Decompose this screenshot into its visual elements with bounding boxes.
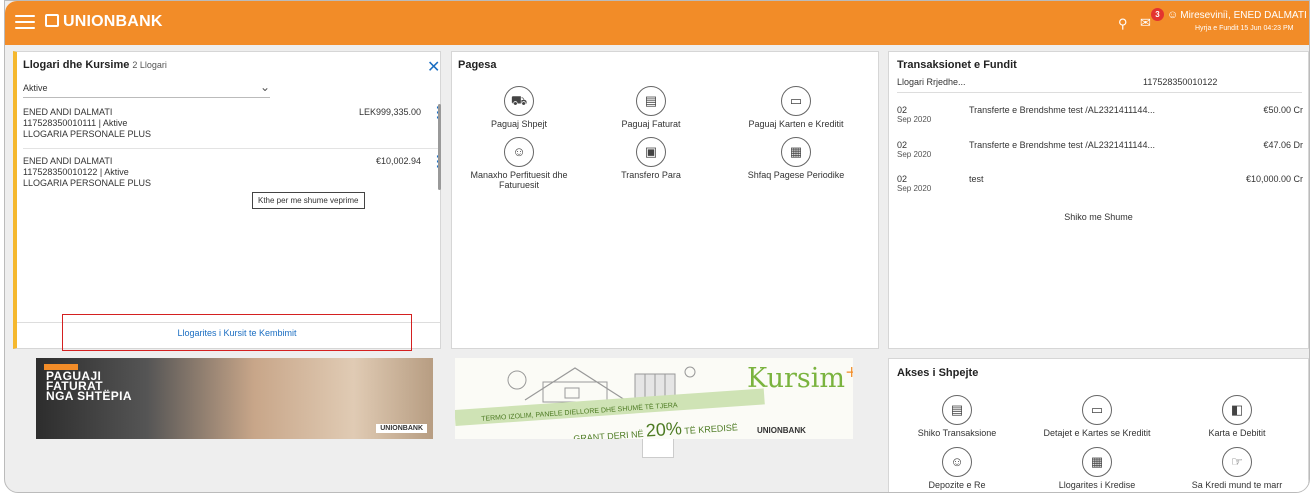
banner-grant: GRANT DERI NË 20% TË KREDISË — [573, 418, 739, 439]
pay-credit-card-button[interactable]: ▭ Paguaj Karten e Kreditit — [726, 86, 866, 129]
last-login: Hyrja e Fundit 15 Jun 04:23 PM — [1195, 25, 1294, 32]
calendar-icon: ▦ — [781, 137, 811, 167]
debit-card-label: Karta e Debitit — [1208, 428, 1266, 438]
transactions-title: Transaksionet e Fundit — [897, 59, 1017, 71]
banner-logo: UNIONBANK — [376, 424, 427, 433]
transaction-amount: €47.06 Dr — [1263, 140, 1303, 150]
scrollbar[interactable] — [438, 104, 441, 190]
bill-icon: ▤ — [636, 86, 666, 116]
notification-badge: 3 — [1151, 8, 1164, 21]
view-transactions-button[interactable]: ▤ Shiko Transaksione — [892, 395, 1022, 438]
account-balance: LEK999,335.00 — [358, 107, 421, 117]
account-selector[interactable]: Llogari Rrjedhe... — [897, 77, 966, 87]
new-deposit-button[interactable]: ☺ Depozite e Re — [892, 447, 1022, 490]
accounts-title: Llogari dhe Kursime 2 Llogari — [23, 59, 167, 71]
loan-calculator-button[interactable]: ▦ Llogarites i Kredise — [1022, 447, 1172, 490]
accounts-count: 2 Llogari — [132, 60, 167, 70]
debit-card-icon: ◧ — [1222, 395, 1252, 425]
user-icon: ☺ — [1167, 9, 1179, 21]
divider — [23, 148, 439, 149]
transfer-money-button[interactable]: ▣ Transfero Para — [586, 137, 716, 180]
mail-icon[interactable]: ✉ — [1140, 15, 1151, 31]
payments-panel: Pagesa ⛟ Paguaj Shpejt ▤ Paguaj Faturat ▭ P… — [451, 51, 879, 349]
transaction-amount: €50.00 Cr — [1263, 105, 1303, 115]
transaction-row[interactable]: 02 Sep 2020 Transferte e Brendshme test … — [897, 105, 1303, 125]
chevron-down-icon: ⌄ — [259, 80, 270, 94]
top-bar: UNIONBANK ⚲ ✉ 3 ☺ Mireseviniì, ENED DALMA… — [5, 1, 1309, 45]
payments-title: Pagesa — [458, 59, 497, 71]
transaction-month: Sep 2020 — [897, 115, 932, 124]
accounts-panel: Llogari dhe Kursime 2 Llogari ✕ Aktive ⌄ E… — [13, 51, 441, 351]
card-details-icon: ▭ — [1082, 395, 1112, 425]
banner-headline: PAGUAJI FATURAT NGA SHTËPIA — [46, 369, 132, 403]
status-filter-value: Aktive — [23, 83, 48, 93]
money-transfer-icon: ▣ — [636, 137, 666, 167]
app-frame: UNIONBANK ⚲ ✉ 3 ☺ Mireseviniì, ENED DALMA… — [4, 0, 1310, 493]
tooltip: Kthe per me shume veprime — [252, 192, 365, 209]
transaction-description: Transferte e Brendshme test /AL232141114… — [969, 105, 1155, 115]
manage-beneficiaries-button[interactable]: ☺ Manaxho Perfituesit dhe Faturuesit — [454, 137, 584, 190]
quick-access-panel: Akses i Shpejte ▤ Shiko Transaksione ▭ Det… — [888, 358, 1309, 492]
transfer-money-label: Transfero Para — [621, 170, 681, 180]
exchange-calculator-link[interactable]: Llogarites i Kursit te Kembimit — [62, 314, 412, 351]
transactions-icon: ▤ — [942, 395, 972, 425]
periodic-payments-label: Shfaq Pagese Periodike — [747, 170, 845, 180]
brand-logo[interactable]: UNIONBANK — [45, 13, 163, 31]
user-menu[interactable]: ☺ Mireseviniì, ENED DALMATI — [1167, 9, 1307, 21]
manage-beneficiaries-label: Manaxho Perfituesit dhe Faturuesit — [470, 170, 568, 190]
account-balance: €10,002.94 — [375, 156, 421, 166]
transaction-row[interactable]: 02 Sep 2020 test €10,000.00 Cr — [897, 174, 1303, 194]
recent-transactions-panel: Transaksionet e Fundit Llogari Rrjedhe..… — [888, 51, 1309, 349]
pay-bills-label: Paguaj Faturat — [621, 119, 681, 129]
search-icon[interactable]: ⚲ — [1118, 16, 1128, 32]
account-type: LLOGARIA PERSONALE PLUS — [23, 178, 152, 188]
deposit-icon: ☺ — [942, 447, 972, 477]
close-icon[interactable]: ✕ — [427, 57, 440, 77]
debit-card-button[interactable]: ◧ Karta e Debitit — [1172, 395, 1302, 438]
transaction-row[interactable]: 02 Sep 2020 Transferte e Brendshme test … — [897, 140, 1303, 160]
user-greeting: Mireseviniì, ENED DALMATI — [1180, 10, 1307, 21]
credit-card-details-button[interactable]: ▭ Detajet e Kartes se Kreditit — [1022, 395, 1172, 438]
menu-icon[interactable] — [15, 11, 35, 29]
pay-bills-button[interactable]: ▤ Paguaj Faturat — [586, 86, 716, 129]
credit-card-details-label: Detajet e Kartes se Kreditit — [1043, 428, 1151, 438]
periodic-payments-button[interactable]: ▦ Shfaq Pagese Periodike — [726, 137, 866, 180]
promo-banner-bills[interactable]: PAGUAJI FATURAT NGA SHTËPIA UNIONBANK — [36, 358, 433, 439]
new-deposit-label: Depozite e Re — [928, 480, 986, 490]
divider — [897, 92, 1302, 93]
fast-payment-icon: ⛟ — [504, 86, 534, 116]
pay-fast-label: Paguaj Shpejt — [490, 119, 548, 129]
view-more-link[interactable]: Shiko me Shume — [889, 212, 1308, 222]
carousel-indicator[interactable] — [642, 439, 674, 458]
status-filter[interactable]: Aktive ⌄ — [23, 80, 270, 98]
account-row[interactable]: ENED ANDI DALMATI 117528350010111 | Akti… — [23, 100, 441, 140]
beneficiary-icon: ☺ — [504, 137, 534, 167]
transaction-amount: €10,000.00 Cr — [1245, 174, 1303, 184]
pay-credit-card-label: Paguaj Karten e Kreditit — [748, 119, 844, 129]
loan-eligibility-button[interactable]: ☞ Sa Kredi mund te marr — [1172, 447, 1302, 490]
loan-eligibility-icon: ☞ — [1222, 447, 1252, 477]
credit-card-icon: ▭ — [781, 86, 811, 116]
loan-calculator-label: Llogarites i Kredise — [1058, 480, 1136, 490]
transaction-month: Sep 2020 — [897, 150, 932, 159]
loan-calculator-icon: ▦ — [1082, 447, 1112, 477]
view-transactions-label: Shiko Transaksione — [917, 428, 997, 438]
quick-access-title: Akses i Shpejte — [897, 367, 979, 379]
pay-fast-button[interactable]: ⛟ Paguaj Shpejt — [454, 86, 584, 129]
transaction-description: test — [969, 174, 984, 184]
transaction-description: Transferte e Brendshme test /AL232141114… — [969, 140, 1155, 150]
account-number: 117528350010122 | Aktive — [23, 167, 129, 177]
banner-logo: UNIONBANK — [757, 426, 806, 435]
transaction-month: Sep 2020 — [897, 184, 932, 193]
logo-mark-icon — [45, 14, 59, 27]
promo-banner-kursim[interactable]: Kursim+ TERMO IZOLIM, PANELE DIELLORE DH… — [455, 358, 853, 439]
loan-eligibility-label: Sa Kredi mund te marr — [1191, 480, 1283, 490]
account-row[interactable]: ENED ANDI DALMATI 117528350010122 | Akti… — [23, 149, 441, 189]
account-number: 117528350010111 | Aktive — [23, 118, 128, 128]
brand-name: UNIONBANK — [63, 13, 163, 30]
account-number: 117528350010122 — [1143, 77, 1218, 87]
account-type: LLOGARIA PERSONALE PLUS — [23, 129, 152, 139]
